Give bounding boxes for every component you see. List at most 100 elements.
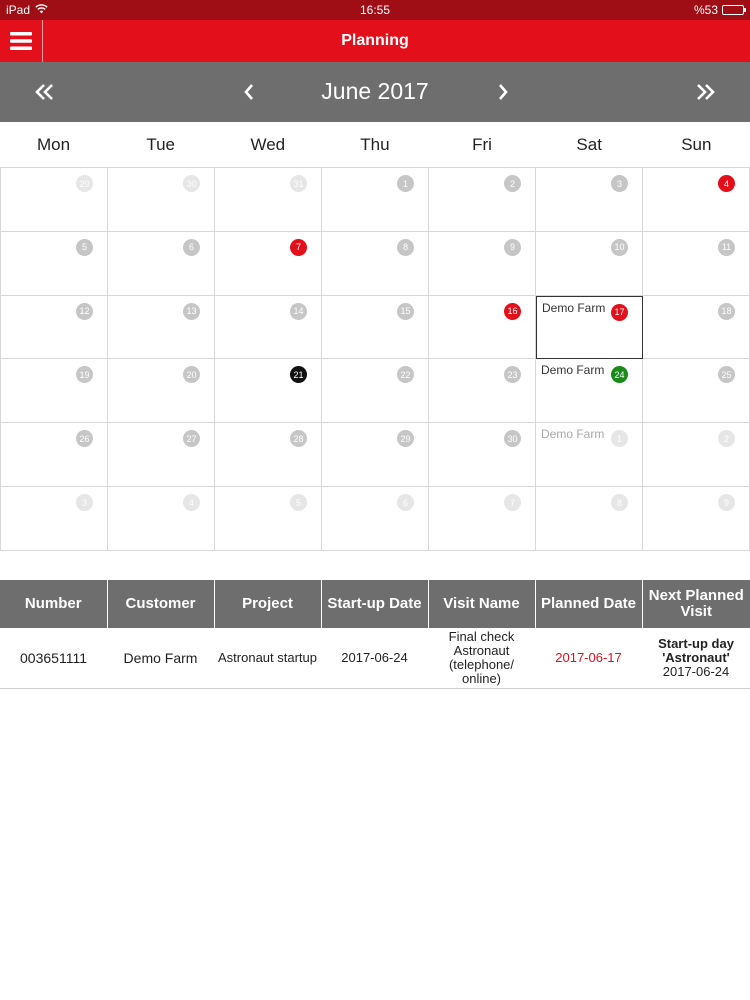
- column-header-number[interactable]: Number: [0, 580, 108, 628]
- day-number-badge: 1: [611, 430, 628, 448]
- day-number-badge: 18: [718, 302, 735, 320]
- day-number-badge: 13: [183, 302, 200, 320]
- table-row[interactable]: 003651111 Demo Farm Astronaut startup 20…: [0, 628, 750, 689]
- calendar-day-cell[interactable]: 12: [1, 295, 108, 360]
- day-number-badge: 3: [76, 494, 93, 512]
- cell-project: Astronaut startup: [214, 628, 321, 689]
- day-number-badge: 6: [397, 494, 414, 512]
- next-month-button[interactable]: [473, 62, 533, 122]
- calendar-day-cell[interactable]: 15: [322, 295, 429, 360]
- calendar-day-cell[interactable]: Demo Farm 24: [536, 359, 643, 424]
- calendar-day-cell[interactable]: 16: [429, 295, 536, 360]
- calendar-day-cell[interactable]: 28: [215, 423, 322, 488]
- calendar-day-cell[interactable]: 6: [322, 487, 429, 551]
- column-header-customer[interactable]: Customer: [107, 580, 215, 628]
- page-title: Planning: [341, 32, 409, 49]
- event-label: Demo Farm: [542, 300, 606, 315]
- day-number-badge: 7: [290, 238, 307, 256]
- calendar-day-cell[interactable]: 31: [215, 168, 322, 232]
- weekday-label: Sun: [681, 135, 712, 154]
- day-number-badge: 11: [718, 238, 735, 256]
- calendar-day-cell[interactable]: 26: [1, 423, 108, 488]
- cell-planned-date: 2017-06-17: [535, 628, 642, 689]
- column-header-project[interactable]: Project: [214, 580, 322, 628]
- calendar-day-cell[interactable]: 9: [643, 487, 750, 551]
- calendar-day-cell[interactable]: 30: [108, 168, 215, 232]
- column-header-visit-name[interactable]: Visit Name: [428, 580, 536, 628]
- calendar-day-cell[interactable]: 19: [1, 359, 108, 424]
- chevron-right-icon: [499, 84, 508, 100]
- day-number-badge: 29: [76, 175, 93, 192]
- calendar-day-cell[interactable]: 29: [1, 168, 108, 232]
- calendar-day-cell[interactable]: 30: [429, 423, 536, 488]
- column-header-planned-date[interactable]: Planned Date: [535, 580, 643, 628]
- calendar-day-cell[interactable]: 5: [1, 231, 108, 296]
- weekday-label: Tue: [146, 135, 176, 154]
- calendar-day-cell[interactable]: 6: [108, 231, 215, 296]
- day-number-badge: 16: [504, 302, 521, 320]
- calendar-day-cell[interactable]: Demo Farm 17: [536, 295, 643, 360]
- calendar-day-cell[interactable]: 11: [643, 231, 750, 296]
- weekday-label: Mon: [37, 135, 71, 154]
- calendar-day-cell[interactable]: 3: [1, 487, 108, 551]
- day-number-badge: 4: [183, 494, 200, 512]
- calendar-day-cell[interactable]: 29: [322, 423, 429, 488]
- calendar-day-cell[interactable]: 14: [215, 295, 322, 360]
- day-number-badge: 9: [718, 494, 735, 512]
- calendar-day-cell[interactable]: 10: [536, 231, 643, 296]
- calendar-day-cell[interactable]: 22: [322, 359, 429, 424]
- day-number-badge: 5: [290, 494, 307, 512]
- day-number-badge: 15: [397, 302, 414, 320]
- calendar-day-cell[interactable]: 20: [108, 359, 215, 424]
- calendar-day-cell[interactable]: 4: [643, 168, 750, 232]
- calendar-grid: 29 30 31 1 2 3 4 5 6 7 8 9 10 11 12 13 14 15 16 Demo Farm 17…: [0, 168, 750, 551]
- day-number-badge: 7: [504, 494, 521, 512]
- weekday-label: Sat: [576, 135, 602, 154]
- status-bar: iPad 16:55 %53: [0, 0, 750, 20]
- app-header: Planning: [0, 20, 750, 62]
- calendar-day-cell[interactable]: 5: [215, 487, 322, 551]
- day-number-badge: 10: [611, 238, 628, 256]
- weekday-label: Fri: [472, 135, 492, 154]
- weekday-header: Mon Tue Wed Thu Fri Sat Sun: [0, 122, 750, 168]
- calendar-day-cell[interactable]: 1: [322, 168, 429, 232]
- calendar-day-cell[interactable]: 21: [215, 359, 322, 424]
- calendar-day-cell[interactable]: Demo Farm 1: [536, 423, 643, 488]
- day-number-badge: 29: [397, 430, 414, 448]
- day-number-badge: 26: [76, 430, 93, 448]
- column-header-next-planned-visit[interactable]: Next Planned Visit: [642, 580, 750, 628]
- calendar-day-cell[interactable]: 2: [429, 168, 536, 232]
- day-number-badge: 30: [504, 430, 521, 448]
- calendar-day-cell[interactable]: 18: [643, 295, 750, 360]
- calendar-day-cell[interactable]: 27: [108, 423, 215, 488]
- calendar-day-cell[interactable]: 9: [429, 231, 536, 296]
- cell-startup-date: 2017-06-24: [321, 628, 428, 689]
- next-visit-date: 2017-06-24: [662, 663, 730, 679]
- day-number-badge: 1: [397, 175, 414, 192]
- calendar-day-cell[interactable]: 7: [429, 487, 536, 551]
- calendar-day-cell[interactable]: 25: [643, 359, 750, 424]
- calendar-day-cell[interactable]: 4: [108, 487, 215, 551]
- month-title: June 2017: [321, 78, 429, 104]
- calendar-day-cell[interactable]: 8: [536, 487, 643, 551]
- day-number-badge: 8: [611, 494, 628, 512]
- column-header-startup-date[interactable]: Start-up Date: [321, 580, 429, 628]
- next-year-button[interactable]: [675, 62, 735, 122]
- day-number-badge: 9: [504, 238, 521, 256]
- double-chevron-right-icon: [697, 84, 715, 100]
- status-time: 16:55: [359, 3, 391, 17]
- cell-visit-name: Final check Astronaut (telephone/ online…: [428, 628, 535, 689]
- visits-table: Number Customer Project Start-up Date Vi…: [0, 580, 750, 689]
- calendar-day-cell[interactable]: 3: [536, 168, 643, 232]
- calendar-day-cell[interactable]: 8: [322, 231, 429, 296]
- day-number-badge: 23: [504, 366, 521, 384]
- weekday-label: Wed: [250, 135, 286, 154]
- calendar-day-cell[interactable]: 2: [643, 423, 750, 488]
- calendar-day-cell[interactable]: 23: [429, 359, 536, 424]
- battery-percent: %53: [693, 3, 718, 17]
- day-number-badge: 14: [290, 302, 307, 320]
- calendar-day-cell[interactable]: 7: [215, 231, 322, 296]
- calendar-day-cell[interactable]: 13: [108, 295, 215, 360]
- day-number-badge: 2: [504, 175, 521, 192]
- day-number-badge: 24: [611, 366, 628, 384]
